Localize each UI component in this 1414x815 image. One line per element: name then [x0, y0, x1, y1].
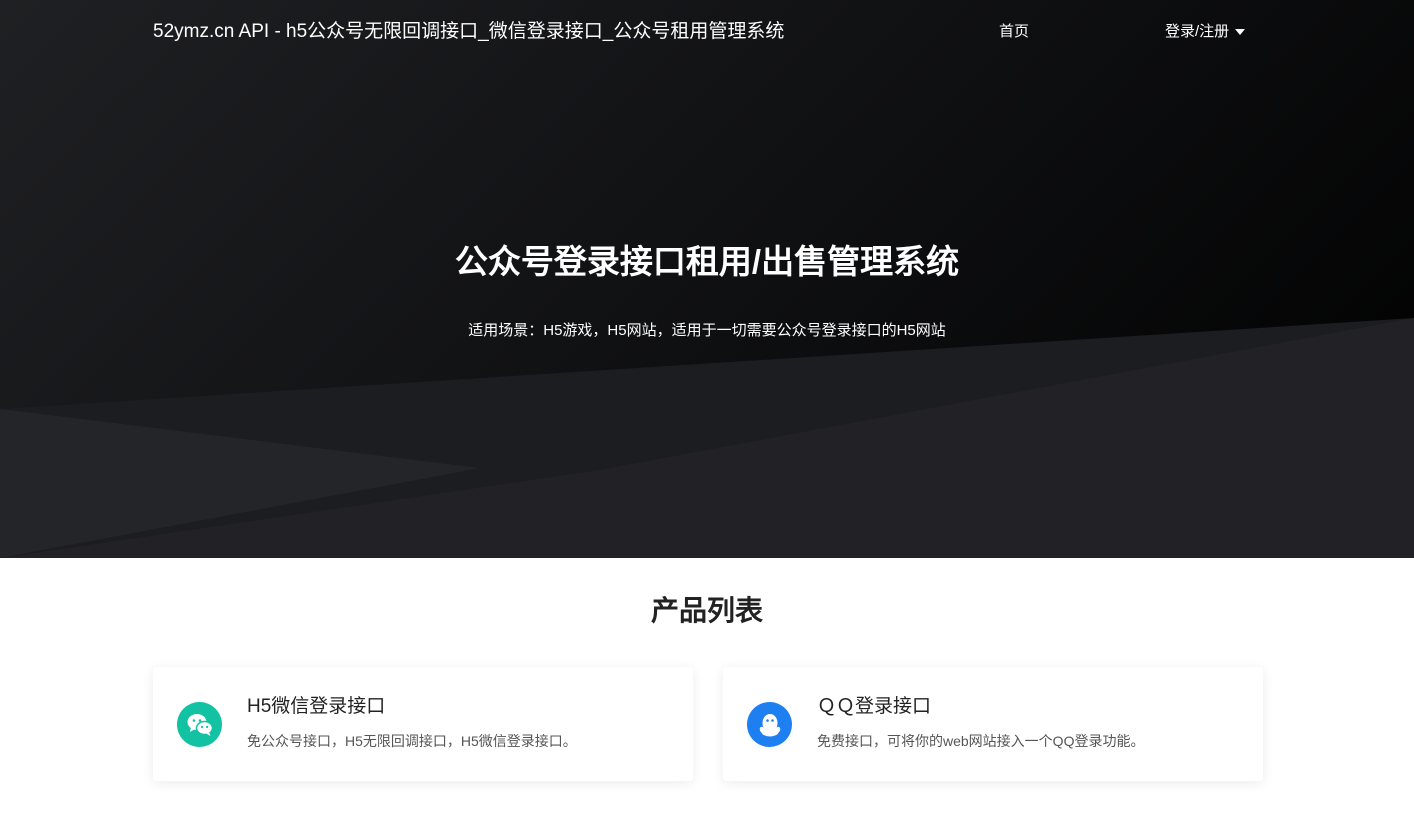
- hero-title-bold2: 用: [718, 243, 752, 280]
- product-card-qq-login[interactable]: ＱＱ登录接口 免费接口，可将你的web网站接入一个QQ登录功能。: [723, 667, 1263, 781]
- hero-title-bold1: 接口: [619, 243, 686, 280]
- caret-down-icon: [1235, 29, 1246, 35]
- hero-title: 公众号登录接口租用/出售管理系统: [0, 240, 1414, 284]
- product-name: H5微信登录接口: [247, 696, 386, 717]
- hero-title-part3: /出售管理系统: [751, 243, 960, 280]
- product-name: ＱＱ登录接口: [817, 696, 932, 717]
- top-navbar: 52ymz.cn API - h5公众号无限回调接口_微信登录接口_公众号租用管…: [0, 0, 1414, 64]
- hero-title-part2: 租: [685, 243, 719, 280]
- product-card-wechat-login[interactable]: H5微信登录接口 免公众号接口，H5无限回调接口，H5微信登录接口。: [153, 667, 693, 781]
- qq-icon: [747, 702, 792, 747]
- login-register-label: 登录/注册: [1165, 23, 1230, 40]
- site-brand[interactable]: 52ymz.cn API - h5公众号无限回调接口_微信登录接口_公众号租用管…: [153, 20, 784, 44]
- nav-home-link[interactable]: 首页: [999, 22, 1029, 42]
- login-register-dropdown[interactable]: 登录/注册: [1165, 22, 1246, 42]
- hero-subtitle: 适用场景：H5游戏，H5网站，适用于一切需要公众号登录接口的H5网站: [468, 322, 946, 339]
- product-description: 免公众号接口，H5无限回调接口，H5微信登录接口。: [247, 733, 577, 749]
- product-description: 免费接口，可将你的web网站接入一个QQ登录功能。: [817, 733, 1145, 749]
- product-list-title: 产品列表: [650, 595, 763, 626]
- hero-title-part1: 公众号登录: [454, 243, 620, 280]
- wechat-icon: [177, 702, 222, 747]
- hero-banner: 52ymz.cn API - h5公众号无限回调接口_微信登录接口_公众号租用管…: [0, 0, 1414, 558]
